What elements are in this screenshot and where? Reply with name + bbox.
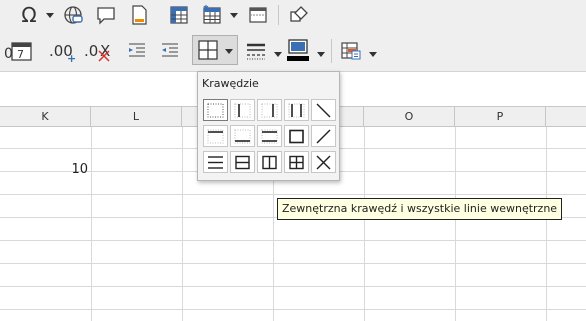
border-preset-top[interactable] — [203, 125, 228, 147]
conditional-format-dropdown[interactable] — [368, 49, 378, 59]
border-preset-top-bottom[interactable] — [257, 125, 282, 147]
svg-text:+: + — [67, 52, 76, 63]
grid-line — [0, 240, 586, 241]
borders-dropdown-arrow — [224, 46, 234, 56]
grid-line — [0, 194, 586, 195]
grid-line — [0, 263, 586, 264]
column-header-next[interactable] — [546, 107, 586, 127]
border-preset-box-horizontal-inner[interactable] — [230, 151, 255, 173]
border-preset-horizontal-inner[interactable] — [203, 151, 228, 173]
header-footer-icon[interactable] — [126, 2, 152, 28]
border-preset-none[interactable] — [203, 99, 228, 121]
insert-table-icon[interactable]: ✱ — [199, 2, 225, 28]
grid-line — [364, 127, 365, 321]
date-format-icon[interactable]: 7 — [9, 38, 35, 64]
border-preset-right[interactable] — [257, 99, 282, 121]
borders-button[interactable] — [192, 35, 238, 65]
border-preset-left-right[interactable] — [284, 99, 309, 121]
border-preset-box-all-inner[interactable] — [284, 151, 309, 173]
border-preset-bottom[interactable] — [230, 125, 255, 147]
standard-toolbar: Ω ✱ — [0, 0, 586, 31]
toolbar-separator — [278, 5, 279, 25]
conditional-format-icon[interactable] — [338, 38, 364, 64]
formatting-toolbar: 0 7 .00 + .0 X — [0, 31, 586, 72]
column-label-o: O — [404, 110, 414, 123]
cell-value[interactable]: 10 — [40, 162, 88, 177]
decrease-indent-icon[interactable] — [157, 38, 183, 64]
grid-line — [455, 127, 456, 321]
column-label-p: P — [496, 110, 504, 123]
toolbar-separator — [331, 39, 332, 63]
border-preset-diagonal-down[interactable] — [311, 99, 336, 121]
border-preset-tooltip: Zewnętrzna krawędź i wszystkie linie wew… — [277, 198, 563, 220]
delete-decimal-icon[interactable]: .0 X — [82, 38, 114, 64]
column-header-p[interactable]: P — [455, 107, 546, 127]
column-label-l: L — [132, 110, 140, 123]
grid-line — [546, 127, 547, 321]
svg-text:✱: ✱ — [203, 4, 209, 12]
insert-table-dropdown[interactable] — [229, 10, 239, 20]
print-ranges-icon[interactable] — [245, 2, 271, 28]
svg-text:.0: .0 — [84, 42, 98, 60]
special-character-dropdown[interactable] — [45, 10, 55, 20]
increase-indent-icon[interactable] — [124, 38, 150, 64]
column-header-k[interactable]: K — [0, 107, 91, 127]
column-header-o[interactable]: O — [364, 107, 455, 127]
grid-line — [91, 127, 92, 321]
border-preset-outer[interactable] — [284, 125, 309, 147]
border-style-dropdown[interactable] — [273, 49, 283, 59]
borders-popup: Krawędzie — [197, 71, 340, 181]
border-preset-box-vertical-inner[interactable] — [257, 151, 282, 173]
border-color-icon[interactable] — [285, 37, 311, 63]
column-label-k: K — [41, 110, 49, 123]
hyperlink-icon[interactable] — [60, 2, 86, 28]
border-preset-left[interactable] — [230, 99, 255, 121]
grid-line — [0, 309, 586, 310]
svg-text:7: 7 — [17, 48, 24, 61]
shapes-icon[interactable] — [285, 2, 311, 28]
border-color-dropdown[interactable] — [316, 49, 326, 59]
comment-icon[interactable] — [93, 2, 119, 28]
border-style-icon[interactable] — [243, 38, 269, 64]
pivot-table-icon[interactable] — [166, 2, 192, 28]
grid-line — [0, 286, 586, 287]
column-header-l[interactable]: L — [91, 107, 182, 127]
border-preset-diagonal-up[interactable] — [311, 125, 336, 147]
grid-line — [182, 127, 183, 321]
omega-special-character-icon[interactable]: Ω — [16, 2, 42, 28]
borders-popup-title: Krawędzie — [202, 77, 259, 90]
add-decimal-icon[interactable]: .00 + — [47, 38, 79, 64]
border-preset-diagonal-cross[interactable] — [311, 151, 336, 173]
borders-icon — [198, 40, 218, 60]
